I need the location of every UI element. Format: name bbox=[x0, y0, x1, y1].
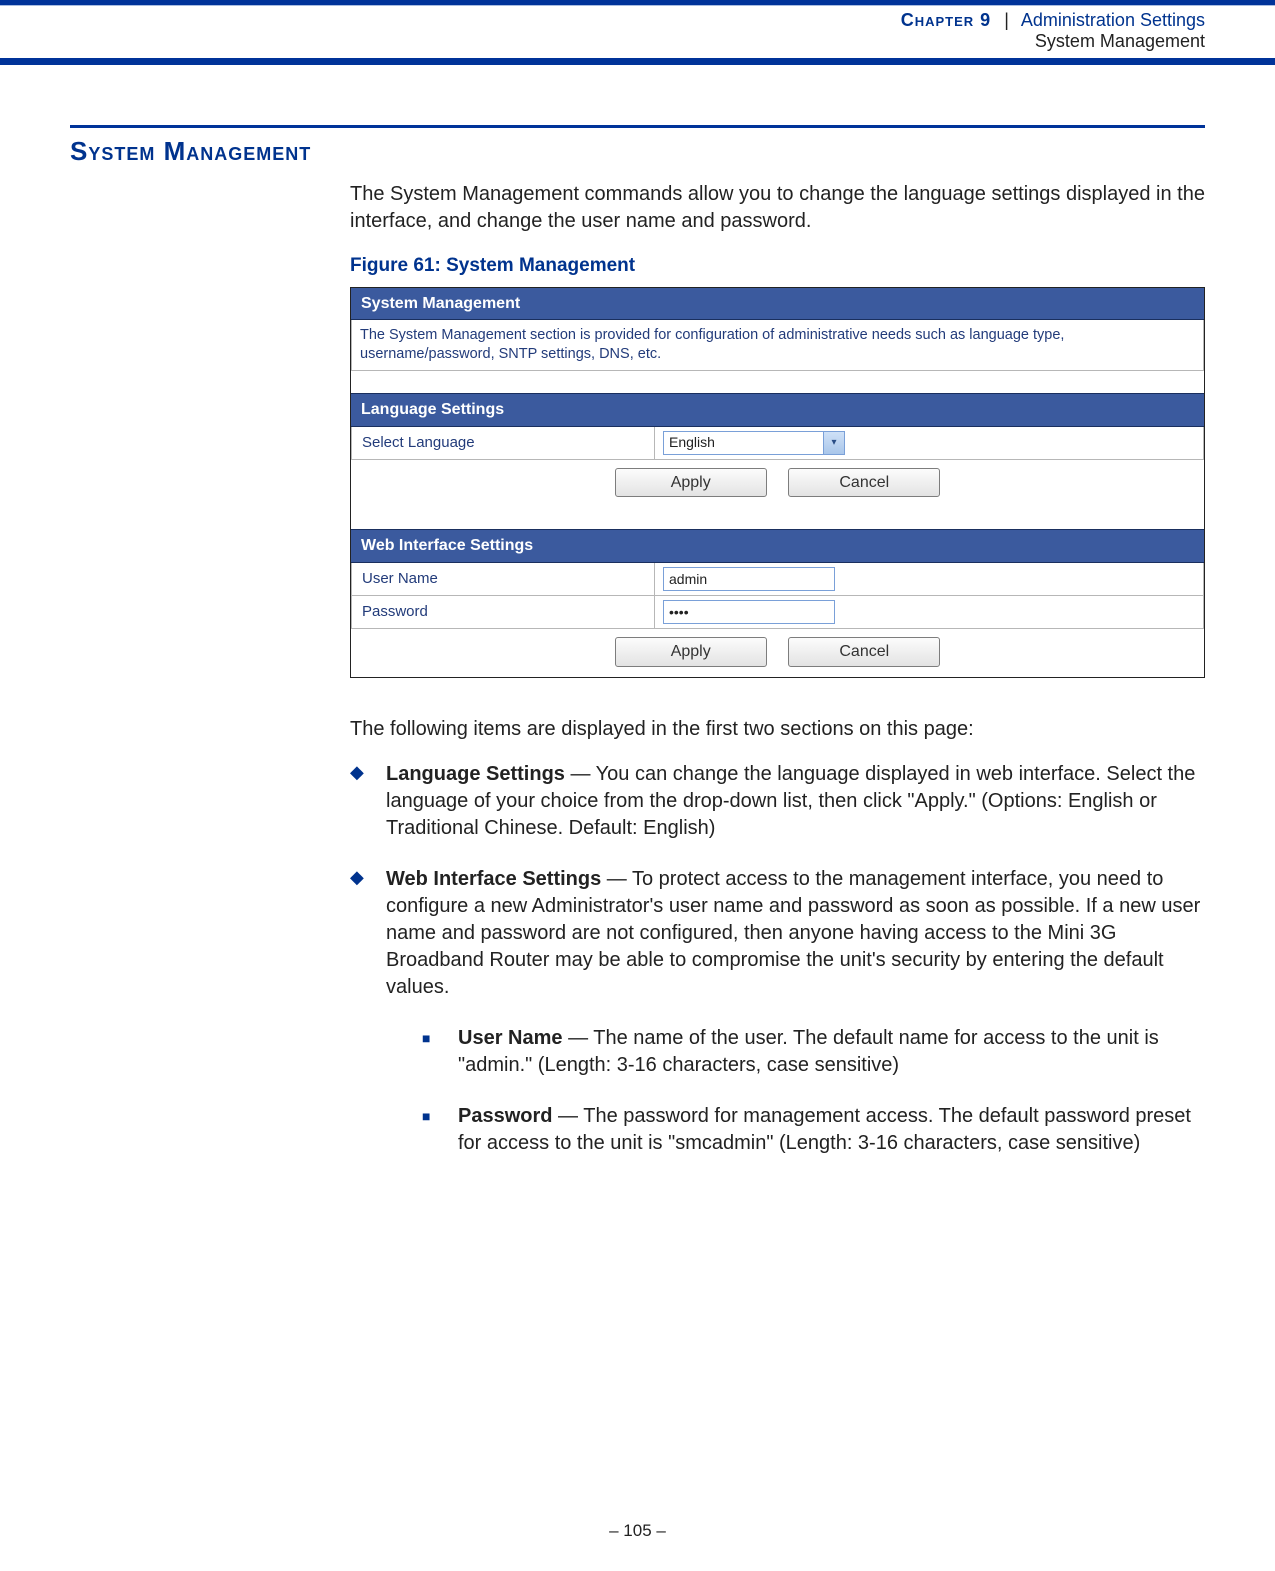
bullet-web-interface-settings: ◆ Web Interface Settings — To protect ac… bbox=[350, 866, 1205, 1181]
password-input[interactable]: •••• bbox=[663, 600, 835, 624]
username-input[interactable]: admin bbox=[663, 567, 835, 591]
cancel-button-2[interactable]: Cancel bbox=[788, 637, 940, 667]
ss-user-label: User Name bbox=[352, 563, 655, 595]
apply-button-2[interactable]: Apply bbox=[615, 637, 767, 667]
cancel-button[interactable]: Cancel bbox=[788, 468, 940, 498]
ss-lang-label: Select Language bbox=[352, 427, 655, 459]
square-bullet-icon: ■ bbox=[422, 1025, 458, 1079]
ss-lang-button-row: Apply Cancel bbox=[351, 460, 1204, 508]
chevron-down-icon: ▾ bbox=[823, 432, 844, 454]
sub-user-title: User Name bbox=[458, 1027, 563, 1049]
ss-pass-label: Password bbox=[352, 596, 655, 628]
page-header: Chapter 9 | Administration Settings Syst… bbox=[0, 6, 1275, 58]
figure-caption: Figure 61: System Management bbox=[350, 253, 1205, 279]
sub-user-text: — The name of the user. The default name… bbox=[458, 1027, 1159, 1076]
bullet-list: ◆ Language Settings — You can change the… bbox=[350, 761, 1205, 1181]
section-rule bbox=[70, 125, 1205, 128]
header-separator: | bbox=[1004, 10, 1009, 30]
sub-pass-text: — The password for management access. Th… bbox=[458, 1105, 1191, 1154]
diamond-bullet-icon: ◆ bbox=[350, 761, 386, 842]
bullet-language-settings: ◆ Language Settings — You can change the… bbox=[350, 761, 1205, 842]
ss-lang-row: Select Language English ▾ bbox=[351, 427, 1204, 460]
sub-bullet-password: ■ Password — The password for management… bbox=[422, 1103, 1205, 1157]
screenshot-container: System Management The System Management … bbox=[350, 287, 1205, 678]
ss-lang-section-bar: Language Settings bbox=[351, 393, 1204, 427]
ss-pass-row: Password •••• bbox=[351, 596, 1204, 629]
ss-title-bar: System Management bbox=[351, 288, 1204, 321]
mid-bar bbox=[0, 58, 1275, 65]
bullet-web-title: Web Interface Settings bbox=[386, 868, 601, 890]
diamond-bullet-icon: ◆ bbox=[350, 866, 386, 1181]
sub-pass-title: Password bbox=[458, 1105, 552, 1127]
followup-text: The following items are displayed in the… bbox=[350, 716, 1205, 743]
header-subtitle: System Management bbox=[0, 31, 1205, 52]
ss-web-button-row: Apply Cancel bbox=[351, 629, 1204, 677]
sub-bullet-list: ■ User Name — The name of the user. The … bbox=[422, 1025, 1205, 1157]
chapter-label: Chapter 9 bbox=[901, 10, 991, 30]
language-select[interactable]: English ▾ bbox=[663, 431, 845, 455]
ss-web-section-bar: Web Interface Settings bbox=[351, 529, 1204, 563]
ss-spacer bbox=[351, 371, 1204, 393]
bullet-lang-title: Language Settings bbox=[386, 763, 565, 785]
ss-user-row: User Name admin bbox=[351, 563, 1204, 596]
apply-button[interactable]: Apply bbox=[615, 468, 767, 498]
ss-spacer-2 bbox=[351, 507, 1204, 529]
page-number: – 105 – bbox=[0, 1521, 1275, 1571]
header-title: Administration Settings bbox=[1021, 10, 1205, 30]
ss-info-text: The System Management section is provide… bbox=[351, 320, 1204, 371]
section-heading: System Management bbox=[70, 136, 1205, 167]
language-select-value: English bbox=[669, 433, 715, 452]
square-bullet-icon: ■ bbox=[422, 1103, 458, 1157]
sub-bullet-username: ■ User Name — The name of the user. The … bbox=[422, 1025, 1205, 1079]
intro-paragraph: The System Management commands allow you… bbox=[350, 181, 1205, 235]
